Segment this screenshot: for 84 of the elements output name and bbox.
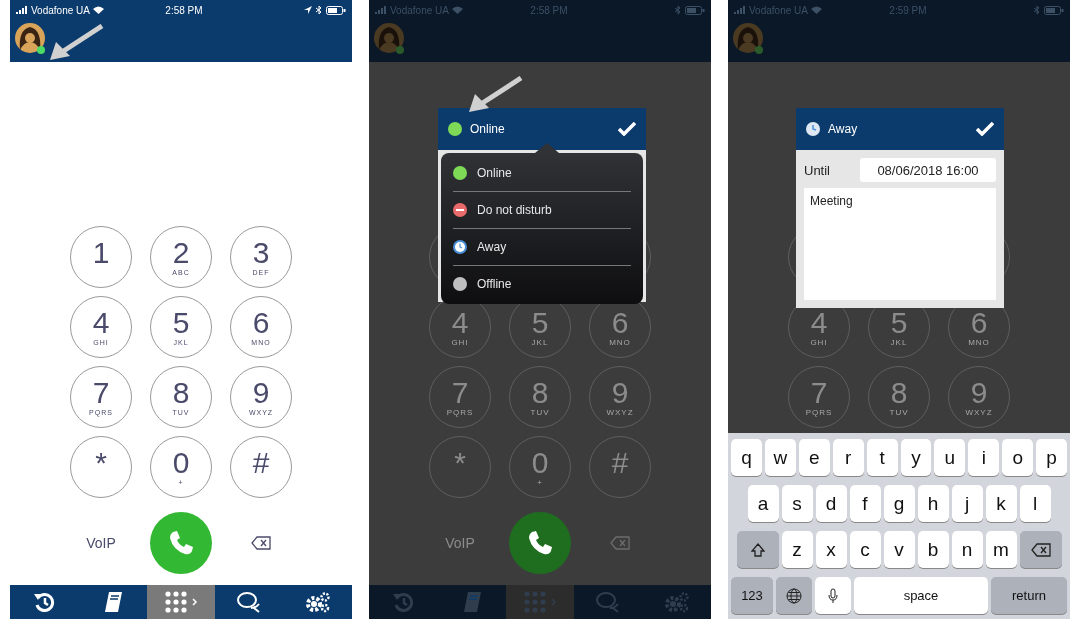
menu-item[interactable]: Do not disturb xyxy=(441,192,643,228)
globe-icon xyxy=(786,587,802,604)
keyboard-key[interactable]: c xyxy=(849,531,881,568)
message-field[interactable]: Meeting xyxy=(804,188,996,300)
keyboard-key[interactable]: p xyxy=(1036,439,1068,476)
microphone-icon xyxy=(828,587,838,604)
keyboard-key[interactable]: u xyxy=(934,439,966,476)
globe-key[interactable] xyxy=(776,577,812,614)
checkmark-icon xyxy=(976,122,994,136)
book-icon xyxy=(461,591,482,613)
keyboard-key[interactable]: h xyxy=(917,485,949,522)
signal-icon xyxy=(375,6,387,14)
keyboard-key[interactable]: s xyxy=(781,485,813,522)
bluetooth-icon xyxy=(316,5,322,15)
keyboard-key[interactable]: k xyxy=(985,485,1017,522)
signal-icon xyxy=(16,6,28,14)
keypad-icon xyxy=(523,591,557,613)
keyboard-key[interactable]: j xyxy=(951,485,983,522)
until-label: Until xyxy=(804,162,830,178)
checkmark-icon xyxy=(618,122,636,136)
carrier-name: Vodafone UA xyxy=(31,4,90,16)
status-time: 2:58 PM xyxy=(530,4,569,16)
book-icon xyxy=(102,591,123,613)
battery-icon xyxy=(1044,5,1064,15)
keyboard-key[interactable]: v xyxy=(883,531,915,568)
wifi-icon xyxy=(451,6,463,14)
backspace-icon xyxy=(610,536,630,550)
microphone-key[interactable] xyxy=(815,577,851,614)
clock-icon xyxy=(806,122,820,136)
voip-label: VoIP xyxy=(85,535,117,551)
keypad-tab[interactable] xyxy=(146,585,216,619)
backspace-key[interactable] xyxy=(1019,531,1062,568)
keyboard-key[interactable]: l xyxy=(1019,485,1051,522)
dialog-title: Away xyxy=(828,122,858,136)
history-icon xyxy=(392,591,415,613)
bluetooth-icon xyxy=(1034,5,1040,15)
phone-icon xyxy=(526,529,554,557)
menu-item[interactable]: Away xyxy=(441,229,643,265)
keyboard-key[interactable]: t xyxy=(866,439,898,476)
wifi-icon xyxy=(810,6,822,14)
keyboard-key[interactable]: x xyxy=(815,531,847,568)
status-time: 2:58 PM xyxy=(165,4,204,16)
keypad-icon xyxy=(164,591,198,613)
shift-icon xyxy=(750,542,765,557)
numbers-key[interactable]: 123 xyxy=(731,577,773,614)
avatar-icon xyxy=(732,22,766,56)
return-key[interactable]: return xyxy=(991,577,1067,614)
keyboard-key[interactable]: o xyxy=(1002,439,1034,476)
keyboard-key[interactable]: z xyxy=(781,531,813,568)
space-key[interactable]: space xyxy=(854,577,988,614)
keyboard-key[interactable]: g xyxy=(883,485,915,522)
keyboard-key[interactable]: m xyxy=(985,531,1017,568)
until-field[interactable]: 08/06/2018 16:00 xyxy=(860,158,996,182)
history-icon xyxy=(33,591,56,613)
status-time: 2:59 PM xyxy=(889,4,928,16)
backspace-icon xyxy=(251,536,271,550)
phone-icon xyxy=(167,529,195,557)
wifi-icon xyxy=(92,6,104,14)
keyboard-key[interactable]: y xyxy=(900,439,932,476)
keyboard-key[interactable]: q xyxy=(730,439,762,476)
keyboard-key[interactable]: e xyxy=(798,439,830,476)
keyboard-key[interactable]: b xyxy=(917,531,949,568)
chat-icon xyxy=(595,591,622,613)
backspace-icon xyxy=(1030,542,1051,557)
status-title: Online xyxy=(470,122,505,136)
voip-label: VoIP xyxy=(444,535,476,551)
battery-icon xyxy=(326,5,346,15)
keyboard-key[interactable]: a xyxy=(747,485,779,522)
carrier-name: Vodafone UA xyxy=(749,4,808,16)
keyboard-key[interactable]: w xyxy=(764,439,796,476)
keyboard-key[interactable]: f xyxy=(849,485,881,522)
chat-icon xyxy=(236,591,263,613)
keyboard-key[interactable]: i xyxy=(968,439,1000,476)
menu-item[interactable]: Online xyxy=(441,155,643,191)
keyboard-key[interactable]: d xyxy=(815,485,847,522)
keyboard-key[interactable]: n xyxy=(951,531,983,568)
battery-icon xyxy=(685,5,705,15)
shift-key[interactable] xyxy=(736,531,779,568)
avatar-icon xyxy=(373,22,407,56)
bluetooth-icon xyxy=(675,5,681,15)
keyboard-key[interactable]: r xyxy=(832,439,864,476)
signal-icon xyxy=(734,6,746,14)
avatar-icon xyxy=(14,22,48,56)
carrier-name: Vodafone UA xyxy=(390,4,449,16)
